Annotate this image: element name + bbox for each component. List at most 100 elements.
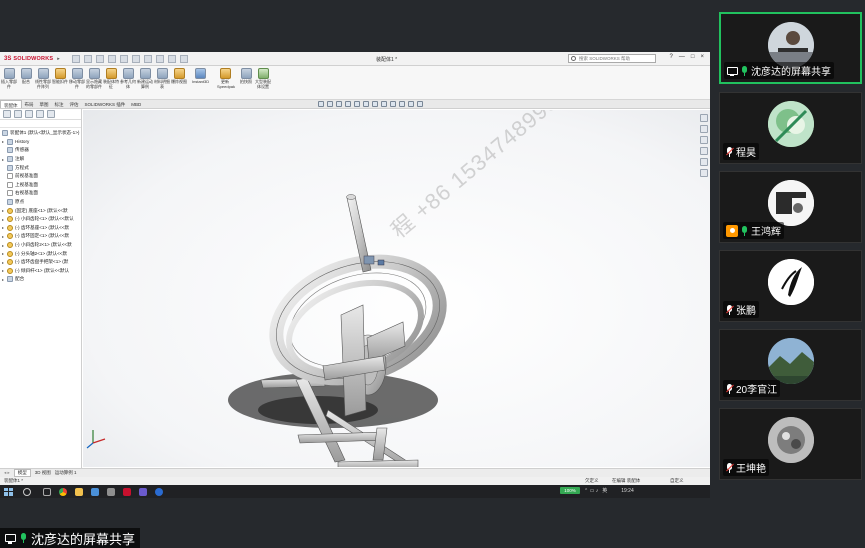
file-explorer-taskbar-icon[interactable] [75, 487, 83, 496]
rebuild-icon[interactable] [155, 54, 164, 63]
tree-item[interactable]: 传感器 [2, 146, 81, 155]
participant-tile[interactable]: 沈彦达的屏幕共享 [719, 12, 862, 84]
tab-evaluate[interactable]: 评估 [67, 100, 82, 108]
design-library-icon[interactable] [700, 125, 708, 133]
dynamic-annotation-icon[interactable] [354, 101, 360, 107]
ribbon-motion-button[interactable]: 新建运动算例 [137, 68, 153, 97]
tab-sketch[interactable]: 草图 [37, 100, 52, 108]
tab-mbd[interactable]: MBD [128, 100, 144, 108]
apply-scene-icon[interactable] [399, 101, 405, 107]
tree-item[interactable]: ▸ (-) 齿环固定<1> (默认<<默 [2, 232, 81, 241]
tree-filter-bar[interactable] [0, 120, 81, 128]
select-icon[interactable] [143, 54, 152, 63]
tab-model[interactable]: 模型 [13, 469, 31, 477]
zoom-to-fit-icon[interactable] [318, 101, 324, 107]
file-explorer-icon[interactable] [700, 136, 708, 144]
appearances-icon[interactable] [700, 158, 708, 166]
taskbar-clock[interactable]: 19:24 [621, 488, 634, 494]
participant-tile[interactable]: 王坤艳 [719, 408, 862, 480]
participant-tile[interactable]: 程昊 [719, 92, 862, 164]
options-gear-icon[interactable] [179, 54, 188, 63]
view-palette-icon[interactable] [700, 147, 708, 155]
display-manager-tab-icon[interactable] [47, 110, 55, 118]
tree-item[interactable]: ▸ (-) 齿环齿盘手把架<1> (默 [2, 258, 81, 267]
ribbon-large-assembly-button[interactable]: 大型装配体设置 [255, 68, 271, 97]
solidworks-logo[interactable]: 3S SOLIDWORKS ▸ [0, 52, 64, 66]
app-icon-3[interactable] [139, 487, 147, 496]
ribbon-show-hidden-button[interactable]: 显示隐藏的零部件 [86, 68, 102, 97]
config-manager-tab-icon[interactable] [25, 110, 33, 118]
participant-tile[interactable]: 20李官江 [719, 329, 862, 401]
ribbon-speedpak-button[interactable]: 更新Speedpak [214, 68, 236, 97]
open-file-icon[interactable] [95, 54, 104, 63]
ribbon-assembly-feature-button[interactable]: 装配体特征 [103, 68, 119, 97]
ribbon-pattern-button[interactable]: 线性零部件阵列 [35, 68, 51, 97]
feature-tree-tab-icon[interactable] [3, 110, 11, 118]
participant-tile[interactable]: 王鸿辉 [719, 171, 862, 243]
participant-tile[interactable]: 张鹏 [719, 250, 862, 322]
home-icon[interactable] [71, 54, 80, 63]
new-file-icon[interactable] [83, 54, 92, 63]
file-properties-icon[interactable] [167, 54, 176, 63]
ribbon-move-button[interactable]: 移动零部件 [69, 68, 85, 97]
dimxpert-tab-icon[interactable] [36, 110, 44, 118]
previous-view-icon[interactable] [336, 101, 342, 107]
section-view-icon[interactable] [345, 101, 351, 107]
nav-arrows-icon[interactable]: ◂ ▸ [4, 470, 10, 476]
tree-item[interactable]: ▸ 配合 [2, 275, 81, 284]
tree-item[interactable]: ▸ (-) 齿环基座<1> (默认<<默 [2, 224, 81, 233]
menu-arrow-icon[interactable]: ▸ [57, 56, 60, 62]
zoom-area-icon[interactable] [327, 101, 333, 107]
tab-markup[interactable]: 标注 [52, 100, 67, 108]
taskbar-search-icon[interactable] [23, 487, 31, 496]
solidworks-resources-icon[interactable] [700, 114, 708, 122]
solidworks-taskbar-icon[interactable] [123, 487, 131, 496]
tab-layout[interactable]: 布局 [22, 100, 37, 108]
ribbon-insert-component-button[interactable]: 插入零部件 [1, 68, 17, 97]
print-icon[interactable] [119, 54, 128, 63]
tree-item[interactable]: ▸ 注解 [2, 155, 81, 164]
display-pane-icon[interactable] [417, 101, 423, 107]
ribbon-ref-geometry-button[interactable]: 参考几何体 [120, 68, 136, 97]
tree-item[interactable]: ▸ (-) 倾斜杆<1> (默认<<默认 [2, 267, 81, 276]
app-icon-2[interactable] [107, 487, 115, 496]
ribbon-mate-button[interactable]: 配合 [19, 68, 33, 97]
app-icon-4[interactable] [155, 487, 163, 496]
tree-item[interactable]: ▸ (-) 小斜齿轮2<1> (默认<<默 [2, 241, 81, 250]
task-view-icon[interactable] [43, 487, 51, 496]
tab-3d-views[interactable]: 3D 视图 [35, 470, 51, 476]
ribbon-bom-button[interactable]: 材料明细表 [154, 68, 170, 97]
ribbon-snapshot-button[interactable]: 拍快照 [239, 68, 253, 97]
help-search-input[interactable]: 搜索 SOLIDWORKS 帮助 [568, 54, 656, 63]
save-icon[interactable] [107, 54, 116, 63]
tree-item[interactable]: 右视基准面 [2, 189, 81, 198]
tree-item[interactable]: ▸ (-) 分头轴2<1> (默认<<默 [2, 249, 81, 258]
tree-item[interactable]: ▸ (-) 小斜齿轮<1> (默认<<默认 [2, 215, 81, 224]
minimize-button[interactable]: — [679, 54, 685, 60]
battery-indicator[interactable]: 100% [560, 487, 580, 494]
view-orientation-icon[interactable] [363, 101, 369, 107]
ribbon-fastener-button[interactable]: 智能扣件 [52, 68, 68, 97]
ribbon-explode-button[interactable]: 爆炸视图 [171, 68, 187, 97]
tray-icons[interactable]: ⌃ ▭ ♪ [584, 488, 598, 494]
tab-motion-study[interactable]: 运动算例 1 [55, 470, 77, 476]
ribbon-instant3d-button[interactable]: Instant3D [189, 68, 211, 97]
status-units[interactable]: 自定义 [670, 477, 684, 485]
maximize-button[interactable]: □ [691, 54, 695, 60]
close-button[interactable]: × [700, 54, 704, 60]
tree-item[interactable]: 上视基准面 [2, 181, 81, 190]
edit-appearance-icon[interactable] [390, 101, 396, 107]
property-manager-tab-icon[interactable] [14, 110, 22, 118]
tree-root[interactable]: 装配体1 (默认<默认_显示状态-1>) [2, 129, 81, 138]
custom-properties-icon[interactable] [700, 169, 708, 177]
tree-item[interactable]: 方程式 [2, 163, 81, 172]
tree-item[interactable]: ▸ History [2, 138, 81, 147]
tree-item[interactable]: 前视基准面 [2, 172, 81, 181]
chrome-icon[interactable] [59, 487, 67, 496]
help-button[interactable]: ? [670, 54, 673, 60]
tree-item[interactable]: ▸ (固定) 底座<1> (默认<<默 [2, 206, 81, 215]
display-style-icon[interactable] [372, 101, 378, 107]
tab-addins[interactable]: SOLIDWORKS 插件 [82, 100, 129, 108]
assembly-model[interactable] [83, 110, 710, 467]
graphics-area[interactable]: 程 +86 15347489988 [83, 110, 710, 467]
